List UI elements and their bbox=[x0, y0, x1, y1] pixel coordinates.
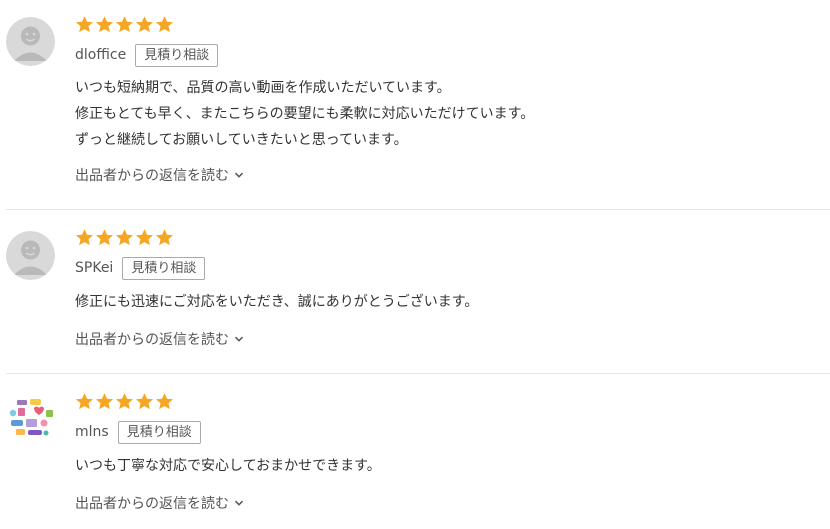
chevron-down-icon bbox=[234, 336, 244, 342]
star-icon bbox=[135, 16, 154, 33]
star-icon bbox=[75, 16, 94, 33]
reply-link-label: 出品者からの返信を読む bbox=[75, 168, 229, 184]
comment-line: 修正にも迅速にご対応をいただき、誠にありがとうございます。 bbox=[75, 294, 479, 310]
reply-link-label: 出品者からの返信を読む bbox=[75, 496, 229, 512]
estimate-consultation-badge: 見積り相談 bbox=[122, 256, 206, 280]
star-icon bbox=[155, 229, 174, 246]
review-item: SPKei 見積り相談 修正にも迅速にご対応をいただき、誠にありがとうございます… bbox=[0, 210, 830, 373]
star-rating bbox=[75, 392, 174, 412]
review-item: mlns 見積り相談 いつも丁寧な対応で安心しておまかせできます。 出品者からの… bbox=[0, 374, 830, 529]
avatar[interactable] bbox=[6, 17, 55, 66]
sticker-collage-avatar bbox=[6, 394, 55, 443]
user-row: SPKei 見積り相談 bbox=[75, 256, 206, 280]
estimate-consultation-badge: 見積り相談 bbox=[117, 420, 201, 444]
star-rating bbox=[75, 15, 174, 35]
estimate-consultation-badge: 見積り相談 bbox=[135, 43, 219, 67]
comment-line: いつも短納期で、品質の高い動画を作成いただいています。 bbox=[75, 80, 451, 96]
avatar[interactable] bbox=[6, 231, 55, 280]
star-icon bbox=[75, 393, 94, 410]
reply-link-label: 出品者からの返信を読む bbox=[75, 332, 229, 348]
star-icon bbox=[115, 229, 134, 246]
star-icon bbox=[155, 393, 174, 410]
star-icon bbox=[135, 393, 154, 410]
read-seller-reply-link[interactable]: 出品者からの返信を読む bbox=[75, 493, 244, 513]
star-rating bbox=[75, 228, 174, 248]
read-seller-reply-link[interactable]: 出品者からの返信を読む bbox=[75, 165, 244, 185]
star-icon bbox=[95, 229, 114, 246]
default-user-icon bbox=[6, 231, 55, 280]
default-user-icon bbox=[6, 17, 55, 66]
read-seller-reply-link[interactable]: 出品者からの返信を読む bbox=[75, 329, 244, 349]
review-item: dloffice 見積り相談 いつも短納期で、品質の高い動画を作成いただいていま… bbox=[0, 0, 830, 210]
username[interactable]: mlns bbox=[75, 424, 109, 440]
star-icon bbox=[95, 16, 114, 33]
comment-line: ずっと継続してお願いしていきたいと思っています。 bbox=[75, 132, 408, 148]
review-comment: 修正にも迅速にご対応をいただき、誠にありがとうございます。 bbox=[75, 289, 478, 315]
username[interactable]: dloffice bbox=[75, 47, 126, 63]
star-icon bbox=[115, 16, 134, 33]
star-icon bbox=[75, 229, 94, 246]
avatar[interactable] bbox=[6, 394, 55, 443]
star-icon bbox=[115, 393, 134, 410]
chevron-down-icon bbox=[234, 172, 244, 178]
star-icon bbox=[135, 229, 154, 246]
review-comment: いつも丁寧な対応で安心しておまかせできます。 bbox=[75, 453, 381, 479]
star-icon bbox=[95, 393, 114, 410]
comment-line: 修正もとても早く、またこちらの要望にも柔軟に対応いただけています。 bbox=[75, 106, 535, 122]
username[interactable]: SPKei bbox=[75, 260, 113, 276]
user-row: mlns 見積り相談 bbox=[75, 420, 201, 444]
user-row: dloffice 見積り相談 bbox=[75, 43, 219, 67]
chevron-down-icon bbox=[234, 500, 244, 506]
star-icon bbox=[155, 16, 174, 33]
comment-line: いつも丁寧な対応で安心しておまかせできます。 bbox=[75, 458, 381, 474]
review-comment: いつも短納期で、品質の高い動画を作成いただいています。 修正もとても早く、またこ… bbox=[75, 75, 534, 153]
